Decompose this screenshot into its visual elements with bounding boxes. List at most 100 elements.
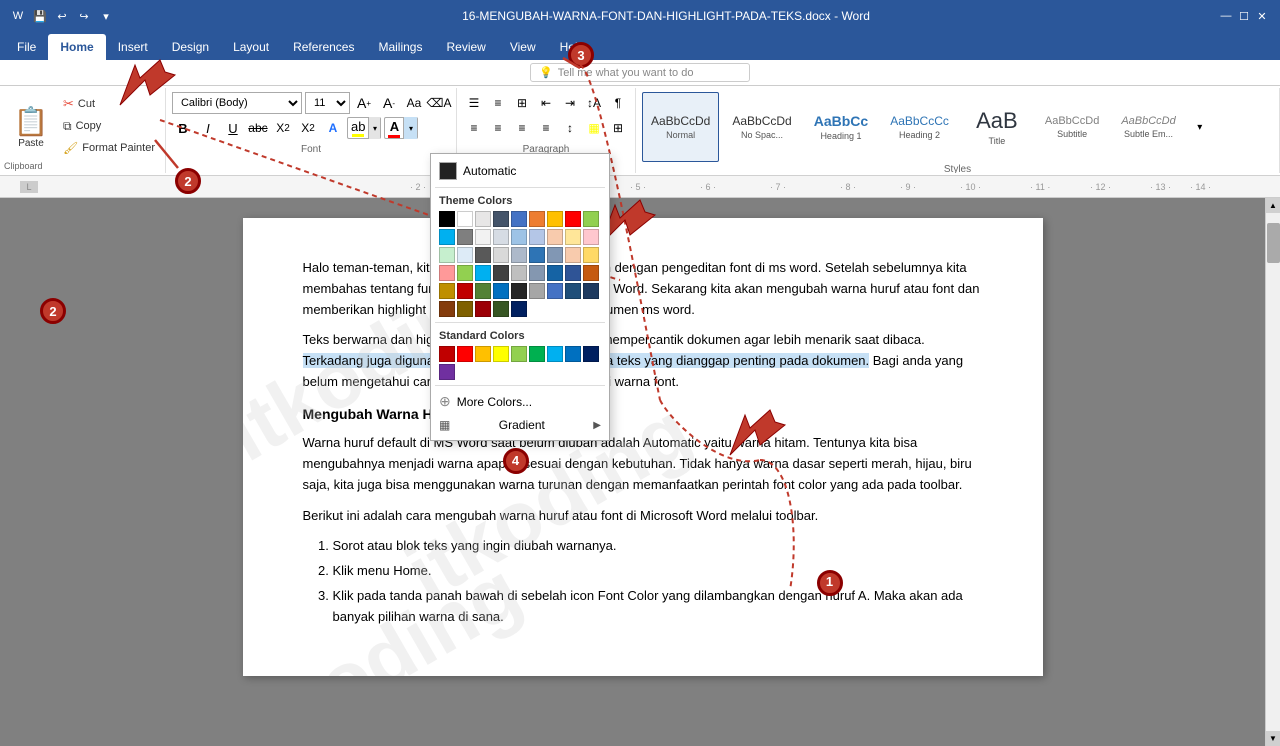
copy-button[interactable]: ⧉ Copy <box>59 116 159 136</box>
theme-color-salmon[interactable] <box>565 247 581 263</box>
highlight-dropdown-arrow[interactable]: ▾ <box>368 117 380 139</box>
border-button[interactable]: ⊞ <box>607 117 629 139</box>
close-icon[interactable]: ✕ <box>1254 8 1270 24</box>
style-subtle-em[interactable]: AaBbCcDd Subtle Em... <box>1112 92 1184 162</box>
std-color-blue[interactable] <box>565 346 581 362</box>
change-case-button[interactable]: Aa <box>403 92 425 114</box>
theme-color-gold[interactable] <box>583 247 599 263</box>
std-color-cyan[interactable] <box>547 346 563 362</box>
font-color-dropdown-arrow[interactable]: ▾ <box>403 117 417 139</box>
theme-color-black[interactable] <box>439 211 455 227</box>
paste-button[interactable]: 📋 Paste <box>6 92 56 162</box>
std-color-yellow[interactable] <box>493 346 509 362</box>
customize-icon[interactable]: ▾ <box>98 8 114 24</box>
tab-home[interactable]: Home <box>48 34 105 60</box>
redo-icon[interactable]: ↪ <box>76 8 92 24</box>
help-input[interactable]: 💡 Tell me what you want to do <box>530 63 750 82</box>
theme-color-medium-gray[interactable] <box>529 283 545 299</box>
theme-color-dark-red2[interactable] <box>457 283 473 299</box>
underline-button[interactable]: U <box>222 117 244 139</box>
theme-color-forest[interactable] <box>475 283 491 299</box>
theme-color-burnt-orange[interactable] <box>583 265 599 281</box>
theme-color-yellow[interactable] <box>547 211 563 227</box>
decrease-indent-button[interactable]: ⇤ <box>535 92 557 114</box>
tab-references[interactable]: References <box>281 34 366 60</box>
theme-color-near-black[interactable] <box>511 283 527 299</box>
theme-color-steel[interactable] <box>511 247 527 263</box>
gradient-option[interactable]: ▦ Gradient ▶ <box>435 414 605 436</box>
std-color-dark-red[interactable] <box>439 346 455 362</box>
theme-color-gray[interactable] <box>457 229 473 245</box>
cut-button[interactable]: ✂ Cut <box>59 94 159 114</box>
theme-color-light-gray[interactable] <box>475 211 491 227</box>
sort-button[interactable]: ↕A <box>583 92 605 114</box>
theme-color-dark-gray[interactable] <box>475 247 491 263</box>
tab-view[interactable]: View <box>498 34 548 60</box>
tab-insert[interactable]: Insert <box>106 34 160 60</box>
theme-color-blue[interactable] <box>511 211 527 227</box>
theme-color-navy[interactable] <box>565 265 581 281</box>
tab-mailings[interactable]: Mailings <box>366 34 434 60</box>
theme-color-dark-royal[interactable] <box>547 265 563 281</box>
theme-color-orange[interactable] <box>529 211 545 227</box>
theme-color-pale-blue[interactable] <box>457 247 473 263</box>
theme-color-red[interactable] <box>565 211 581 227</box>
theme-color-dark-blue[interactable] <box>493 211 509 227</box>
strikethrough-button[interactable]: abc <box>247 117 269 139</box>
theme-color-light-silver[interactable] <box>511 265 527 281</box>
theme-color-white[interactable] <box>457 211 473 227</box>
decrease-font-size-button[interactable]: A- <box>378 92 400 114</box>
theme-color-charcoal[interactable] <box>493 265 509 281</box>
justify-button[interactable]: ≡ <box>535 117 557 139</box>
theme-color-cyan[interactable] <box>439 229 455 245</box>
increase-font-size-button[interactable]: A+ <box>353 92 375 114</box>
theme-color-crimson[interactable] <box>475 301 491 317</box>
theme-color-sky[interactable] <box>475 265 491 281</box>
align-right-button[interactable]: ≡ <box>511 117 533 139</box>
text-effects-button[interactable]: A <box>322 117 344 139</box>
scroll-up-button[interactable]: ▲ <box>1266 198 1280 213</box>
theme-color-cornflower[interactable] <box>547 283 563 299</box>
bold-button[interactable]: B <box>172 117 194 139</box>
minimize-icon[interactable]: — <box>1218 8 1234 24</box>
theme-color-green[interactable] <box>583 211 599 227</box>
tab-review[interactable]: Review <box>434 34 497 60</box>
multilevel-list-button[interactable]: ⊞ <box>511 92 533 114</box>
std-color-green[interactable] <box>529 346 545 362</box>
superscript-button[interactable]: X2 <box>297 117 319 139</box>
format-painter-button[interactable]: 🖌 Format Painter <box>59 138 159 158</box>
theme-color-pale-green[interactable] <box>439 247 455 263</box>
shading-button[interactable]: ▦ <box>583 117 605 139</box>
color-picker-dropdown[interactable]: Automatic Theme Colors <box>430 153 610 441</box>
style-title[interactable]: AaB Title <box>962 92 1032 162</box>
theme-color-blue-gray[interactable] <box>493 229 509 245</box>
theme-color-deep-blue[interactable] <box>565 283 581 299</box>
style-heading2[interactable]: AaBbCcCc Heading 2 <box>881 92 958 162</box>
theme-color-dark-brown[interactable] <box>457 301 473 317</box>
scroll-down-button[interactable]: ▼ <box>1266 731 1280 746</box>
subscript-button[interactable]: X2 <box>272 117 294 139</box>
numbering-button[interactable]: ≡ <box>487 92 509 114</box>
tab-file[interactable]: File <box>5 34 48 60</box>
theme-color-midnight[interactable] <box>583 283 599 299</box>
theme-color-royal-blue[interactable] <box>493 283 509 299</box>
theme-color-dark-green[interactable] <box>493 301 509 317</box>
italic-button[interactable]: I <box>197 117 219 139</box>
font-color-button[interactable]: A ▾ <box>384 117 418 139</box>
theme-color-lime[interactable] <box>457 265 473 281</box>
undo-icon[interactable]: ↩ <box>54 8 70 24</box>
clear-formatting-button[interactable]: ⌫A <box>428 92 450 114</box>
automatic-color-option[interactable]: Automatic <box>435 158 605 184</box>
theme-color-dark-navy[interactable] <box>511 301 527 317</box>
highlight-color-button[interactable]: ab ▾ <box>347 117 381 139</box>
font-size-select[interactable]: 11 <box>305 92 350 114</box>
document-page[interactable]: itkoding itkoding itkoding itkoding Halo… <box>243 218 1043 676</box>
std-color-purple[interactable] <box>439 364 455 380</box>
save-icon[interactable]: 💾 <box>32 8 48 24</box>
vertical-scrollbar[interactable]: ▲ ▼ <box>1265 198 1280 746</box>
theme-color-silver[interactable] <box>493 247 509 263</box>
bullets-button[interactable]: ☰ <box>463 92 485 114</box>
theme-color-white2[interactable] <box>475 229 491 245</box>
ruler-tab-indicator[interactable]: L <box>20 181 38 193</box>
show-paragraph-button[interactable]: ¶ <box>607 92 629 114</box>
